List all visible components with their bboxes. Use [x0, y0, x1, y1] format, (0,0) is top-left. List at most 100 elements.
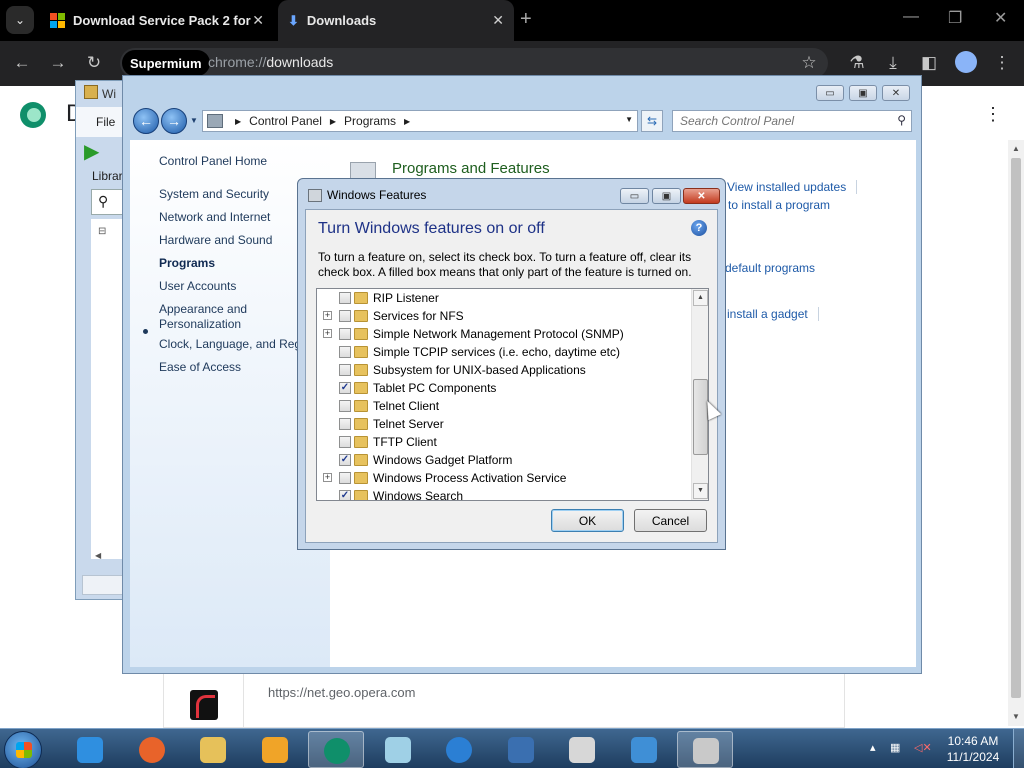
feature-row[interactable]: ✓ Tablet PC Components: [317, 379, 692, 397]
tab-service-pack[interactable]: Download Service Pack 2 for W ✕: [40, 0, 274, 41]
sidebar-item-network-internet[interactable]: Network and Internet: [159, 210, 270, 225]
feature-checkbox[interactable]: [339, 292, 351, 304]
side-panel-icon[interactable]: ◧: [917, 51, 941, 75]
search-box[interactable]: ⚲: [672, 110, 912, 132]
close-window-icon[interactable]: ✕: [994, 8, 1007, 28]
sidebar-item-hardware-sound[interactable]: Hardware and Sound: [159, 233, 272, 248]
feature-checkbox[interactable]: [339, 328, 351, 340]
taskbar-app-button[interactable]: [493, 731, 549, 768]
breadcrumb-programs[interactable]: Programs: [344, 114, 396, 128]
play-icon[interactable]: ▶: [84, 139, 99, 164]
windows-features-dialog[interactable]: Windows Features ▭ ▣ ✕ Turn Windows feat…: [297, 178, 726, 550]
labs-flask-icon[interactable]: ⚗: [845, 51, 869, 75]
taskbar-app-button[interactable]: [370, 731, 426, 768]
taskbar-app-button[interactable]: [616, 731, 672, 768]
show-desktop-button[interactable]: [1013, 729, 1024, 768]
scroll-up-icon[interactable]: ▲: [1012, 144, 1020, 153]
expand-icon[interactable]: +: [323, 311, 332, 320]
breadcrumb-arrow-icon[interactable]: ▶: [404, 117, 410, 126]
taskbar-app-button[interactable]: [247, 731, 303, 768]
feature-checkbox[interactable]: [339, 400, 351, 412]
feature-list-scrollbar[interactable]: ▲ ▼: [691, 289, 708, 500]
view-installed-updates-link[interactable]: View installed updates: [727, 180, 846, 194]
cancel-button[interactable]: Cancel: [634, 509, 707, 532]
volume-muted-icon[interactable]: ◁✕: [914, 741, 932, 754]
feature-row[interactable]: RIP Listener: [317, 289, 692, 307]
taskbar-app-button[interactable]: [62, 731, 118, 768]
feature-checkbox[interactable]: [339, 418, 351, 430]
search-input[interactable]: [673, 111, 887, 131]
tab-search-button[interactable]: ⌄: [6, 6, 34, 34]
taskbar-app-button[interactable]: [308, 731, 364, 768]
refresh-icon[interactable]: ⇆: [641, 110, 663, 132]
feature-checkbox[interactable]: ✓: [339, 454, 351, 466]
back-arrow-icon[interactable]: ←: [10, 51, 34, 75]
help-icon[interactable]: ?: [691, 220, 707, 236]
install-gadget-link[interactable]: install a gadget: [727, 307, 808, 321]
reload-icon[interactable]: ↻: [82, 51, 106, 75]
sidebar-item-system-security[interactable]: System and Security: [159, 187, 269, 202]
feature-row[interactable]: Subsystem for UNIX-based Applications: [317, 361, 692, 379]
feature-list-scroll-thumb[interactable]: [693, 379, 708, 455]
default-programs-link[interactable]: default programs: [725, 261, 815, 275]
minimize-button[interactable]: ▭: [816, 85, 844, 101]
feature-row[interactable]: TFTP Client: [317, 433, 692, 451]
breadcrumb-arrow-icon[interactable]: ▶: [235, 117, 241, 126]
feature-row[interactable]: + Services for NFS: [317, 307, 692, 325]
file-menu[interactable]: File: [96, 115, 115, 129]
programs-features-heading[interactable]: Programs and Features: [392, 160, 550, 177]
close-button[interactable]: ✕: [683, 188, 720, 204]
feature-checkbox[interactable]: [339, 310, 351, 322]
browser-name-chip[interactable]: Supermium: [122, 50, 210, 76]
browser-menu-icon[interactable]: ⋮: [990, 51, 1014, 75]
feature-checkbox[interactable]: [339, 472, 351, 484]
feature-row[interactable]: + Simple Network Management Protocol (SNM…: [317, 325, 692, 343]
feature-list[interactable]: RIP Listener + Services for NFS + Simple Net…: [316, 288, 709, 501]
taskbar-app-button[interactable]: [431, 731, 487, 768]
profile-avatar-icon[interactable]: [955, 51, 977, 73]
breadcrumb[interactable]: ▶ Control Panel ▶ Programs ▶ ▼: [202, 110, 638, 132]
sidebar-item-appearance[interactable]: Appearance and Personalization: [159, 302, 269, 332]
maximize-button[interactable]: ▣: [652, 188, 681, 204]
sidebar-item-ease-of-access[interactable]: Ease of Access: [159, 360, 241, 375]
minimize-button[interactable]: ▭: [620, 188, 649, 204]
maximize-button[interactable]: ▣: [849, 85, 877, 101]
expand-icon[interactable]: +: [323, 329, 332, 338]
bookmark-star-icon[interactable]: ☆: [797, 51, 821, 75]
new-tab-button[interactable]: +: [520, 8, 532, 31]
sidebar-item-programs[interactable]: Programs: [159, 256, 215, 271]
taskbar-app-button[interactable]: [677, 731, 733, 768]
tab-downloads[interactable]: ⬇ Downloads ✕: [278, 0, 514, 41]
taskbar-app-button[interactable]: [185, 731, 241, 768]
sidebar-item-control-panel-home[interactable]: Control Panel Home: [159, 154, 267, 169]
feature-row[interactable]: Telnet Server: [317, 415, 692, 433]
scroll-down-icon[interactable]: ▼: [1012, 712, 1020, 721]
expand-icon[interactable]: +: [323, 473, 332, 482]
collapse-icon[interactable]: ⊟: [98, 226, 106, 237]
install-program-link[interactable]: to install a program: [728, 198, 830, 212]
forward-button[interactable]: →: [161, 108, 187, 134]
start-button[interactable]: [4, 731, 42, 768]
forward-arrow-icon[interactable]: →: [46, 51, 70, 75]
page-scrollbar[interactable]: ▲ ▼: [1008, 140, 1024, 726]
system-clock[interactable]: 10:46 AM 11/1/2024: [940, 733, 1006, 765]
sidebar-item-user-accounts[interactable]: User Accounts: [159, 279, 236, 294]
feature-checkbox[interactable]: [339, 364, 351, 376]
page-more-icon[interactable]: ⋮: [984, 104, 1002, 125]
show-hidden-icons-icon[interactable]: ▴: [870, 741, 876, 754]
search-icon[interactable]: ⚲: [897, 113, 906, 127]
minimize-window-icon[interactable]: —: [903, 8, 919, 26]
taskbar-app-button[interactable]: [124, 731, 180, 768]
taskbar-app-button[interactable]: [554, 731, 610, 768]
download-source-url[interactable]: https://net.geo.opera.com: [268, 685, 415, 700]
restore-window-icon[interactable]: ❐: [948, 8, 962, 28]
back-button[interactable]: ←: [133, 108, 159, 134]
scroll-up-icon[interactable]: ▲: [693, 290, 708, 306]
sidebar-item-clock-language[interactable]: Clock, Language, and Reg: [159, 337, 301, 352]
scroll-left-icon[interactable]: ◀: [95, 551, 101, 560]
search-icon[interactable]: ⚲: [98, 193, 108, 210]
feature-checkbox[interactable]: ✓: [339, 490, 351, 500]
ok-button[interactable]: OK: [551, 509, 624, 532]
scroll-down-icon[interactable]: ▼: [693, 483, 708, 499]
address-url[interactable]: chrome://downloads: [208, 54, 333, 70]
